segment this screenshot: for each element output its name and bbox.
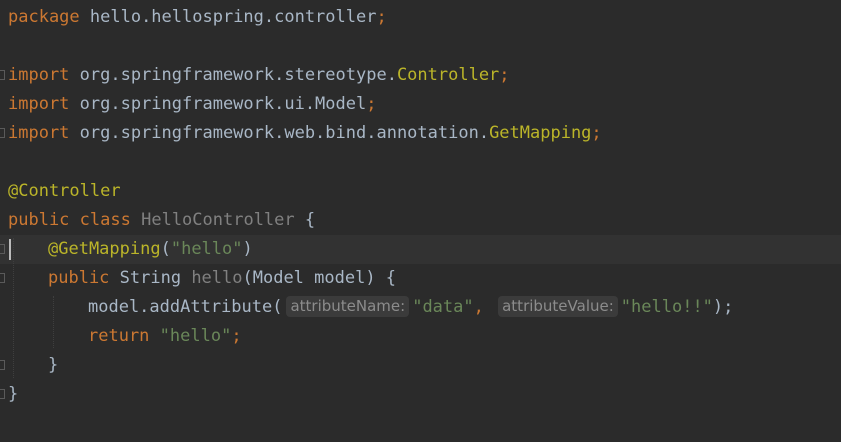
code-line-import-controller[interactable]: import org.springframework.stereotype.Co…	[0, 61, 841, 90]
getmapping-annotation: @GetMapping	[48, 239, 161, 259]
fold-marker-icon[interactable]	[0, 244, 5, 254]
fold-marker-icon[interactable]	[0, 360, 5, 370]
text-caret	[9, 239, 11, 260]
import-class: GetMapping	[489, 123, 592, 143]
class-close-brace: }	[8, 384, 19, 404]
fold-marker-icon[interactable]	[0, 128, 5, 138]
import-keyword: import	[8, 65, 70, 85]
return-keyword: return	[88, 326, 150, 346]
code-line-class-declaration[interactable]: public class HelloController {	[0, 206, 841, 235]
method-modifier: public	[48, 268, 110, 288]
code-line-return[interactable]: return "hello";	[0, 322, 841, 351]
class-modifier: public	[8, 210, 70, 230]
indent-guide	[13, 238, 14, 378]
import-path: org.springframework.web.bind.annotation.	[69, 123, 490, 143]
parameter-hint-attribute-value: attributeValue:	[498, 296, 618, 317]
class-keyword: class	[79, 210, 131, 230]
attribute-value-value: "hello!!"	[620, 297, 713, 317]
controller-annotation: @Controller	[8, 181, 121, 201]
import-semicolon: ;	[591, 123, 602, 143]
package-name: hello.hellospring.controller	[79, 7, 377, 27]
code-line-package[interactable]: package hello.hellospring.controller;	[0, 3, 841, 32]
add-attribute-end: );	[712, 297, 734, 317]
import-path: org.springframework.ui.Model	[69, 94, 367, 114]
return-semicolon: ;	[231, 326, 242, 346]
import-semicolon: ;	[499, 65, 510, 85]
annotation-open-paren: (	[160, 239, 171, 259]
package-semicolon: ;	[376, 7, 387, 27]
add-attribute-call: model.addAttribute(	[88, 297, 283, 317]
parameter-hint-attribute-name: attributeName:	[286, 296, 410, 317]
method-return-type: String	[109, 268, 192, 288]
code-line-method-annotation[interactable]: @GetMapping("hello")	[0, 235, 841, 264]
code-line-import-getmapping[interactable]: import org.springframework.web.bind.anno…	[0, 119, 841, 148]
attribute-name-value: "data"	[412, 297, 474, 317]
fold-marker-icon[interactable]	[0, 70, 5, 80]
code-line-import-model[interactable]: import org.springframework.ui.Model;	[0, 90, 841, 119]
class-name: HelloController	[141, 210, 295, 230]
return-value: "hello"	[159, 326, 232, 346]
method-params: (Model model) {	[242, 268, 397, 288]
import-class: Controller	[396, 65, 500, 85]
code-line-method-declaration[interactable]: public String hello(Model model) {	[0, 264, 841, 293]
code-line-class-close[interactable]: }	[0, 380, 841, 409]
indent-guide	[53, 296, 54, 348]
import-semicolon: ;	[366, 94, 377, 114]
package-keyword: package	[8, 7, 80, 27]
code-line-method-close[interactable]: }	[0, 351, 841, 380]
annotation-argument: "hello"	[170, 239, 243, 259]
fold-marker-icon[interactable]	[0, 273, 5, 283]
fold-marker-icon[interactable]	[0, 389, 5, 399]
method-close-brace: }	[48, 355, 59, 375]
method-name: hello	[191, 268, 243, 288]
import-keyword: import	[8, 123, 70, 143]
code-line-class-annotation[interactable]: @Controller	[0, 177, 841, 206]
argument-comma: ,	[473, 297, 495, 317]
import-path: org.springframework.stereotype.	[69, 65, 397, 85]
import-keyword: import	[8, 94, 70, 114]
annotation-close-paren: )	[242, 239, 253, 259]
class-open-brace: {	[294, 210, 316, 230]
code-editor[interactable]: package hello.hellospring.controller; im…	[0, 0, 841, 442]
code-line-add-attribute[interactable]: model.addAttribute(attributeName: "data",…	[0, 293, 841, 322]
